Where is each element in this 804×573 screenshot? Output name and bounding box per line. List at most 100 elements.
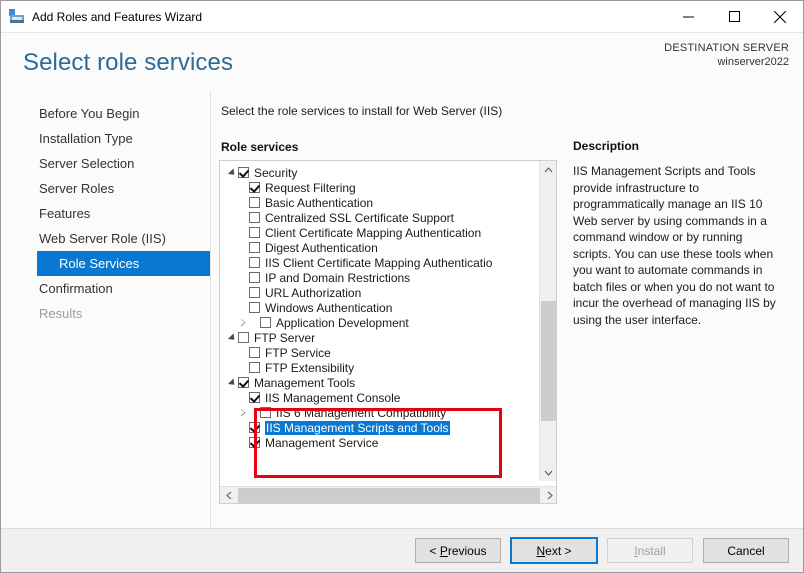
tree-row-label: Application Development [276, 315, 409, 330]
scroll-right-arrow[interactable] [541, 487, 556, 504]
checkbox-checked[interactable] [249, 392, 260, 403]
tree-row[interactable]: Management Service [220, 435, 528, 450]
checkbox-unchecked[interactable] [249, 227, 260, 238]
tree-row-label: Management Service [265, 435, 379, 450]
vertical-scrollbar[interactable] [539, 161, 556, 481]
sidebar-item-server-roles[interactable]: Server Roles [1, 176, 210, 201]
tree-row[interactable]: Digest Authentication [220, 240, 528, 255]
vertical-scrollbar-thumb[interactable] [541, 301, 556, 421]
scroll-down-arrow[interactable] [540, 464, 556, 481]
sidebar-item-server-selection[interactable]: Server Selection [1, 151, 210, 176]
tree-row-label: Request Filtering [265, 180, 356, 195]
tree-row-label: Centralized SSL Certificate Support [265, 210, 454, 225]
tree-row[interactable]: FTP Service [220, 345, 528, 360]
tree-row[interactable]: IP and Domain Restrictions [220, 270, 528, 285]
tree-row-label: FTP Service [265, 345, 331, 360]
tree-row[interactable]: Request Filtering [220, 180, 528, 195]
tree-row[interactable]: Security [220, 165, 528, 180]
tree-row-label: IIS Management Console [265, 390, 401, 405]
minimize-button[interactable] [665, 1, 711, 32]
tree-row-label: IP and Domain Restrictions [265, 270, 411, 285]
install-button-label: Install [634, 543, 666, 558]
window-title: Add Roles and Features Wizard [32, 9, 203, 24]
destination-server-block: DESTINATION SERVER winserver2022 [664, 41, 789, 69]
tree-row-label: FTP Server [254, 330, 316, 345]
sidebar-item-installation-type[interactable]: Installation Type [1, 126, 210, 151]
role-services-treeview[interactable]: Security Request Filtering Basic Authentic… [219, 160, 557, 504]
tree-expander-open-icon[interactable] [227, 165, 238, 180]
tree-row-label: Management Tools [254, 375, 356, 390]
next-button[interactable]: Next > [510, 537, 598, 564]
tree-rows-container: Security Request Filtering Basic Authentic… [220, 161, 528, 475]
tree-expander-open-icon[interactable] [227, 375, 238, 390]
destination-server-label: DESTINATION SERVER [664, 42, 789, 54]
tree-expander-closed-icon[interactable] [238, 405, 249, 420]
install-button: Install [607, 538, 693, 563]
horizontal-scrollbar-thumb[interactable] [238, 487, 540, 503]
tree-row[interactable]: FTP Server [220, 330, 528, 345]
previous-button-label: < Previous [429, 543, 487, 558]
previous-button[interactable]: < Previous [415, 538, 501, 563]
checkbox-unchecked[interactable] [249, 362, 260, 373]
destination-server-name: winserver2022 [717, 56, 789, 68]
tree-row-label: Client Certificate Mapping Authenticatio… [265, 225, 482, 240]
scroll-up-arrow[interactable] [540, 161, 556, 178]
checkbox-checked[interactable] [238, 377, 249, 388]
checkbox-unchecked[interactable] [260, 317, 271, 328]
tree-row[interactable]: Client Certificate Mapping Authenticatio… [220, 225, 528, 240]
wizard-body: Before You Begin Installation Type Server … [1, 91, 803, 528]
sidebar-item-features[interactable]: Features [1, 201, 210, 226]
checkbox-unchecked[interactable] [260, 407, 271, 418]
tree-row[interactable]: FTP Extensibility [220, 360, 528, 375]
checkbox-checked[interactable] [249, 182, 260, 193]
sidebar-item-before-you-begin[interactable]: Before You Begin [1, 101, 210, 126]
role-services-pane: Select the role services to install for … [219, 101, 559, 528]
next-button-label: Next > [536, 543, 572, 558]
tree-expander-closed-icon[interactable] [238, 315, 249, 330]
close-button[interactable] [757, 1, 803, 32]
checkbox-unchecked[interactable] [249, 287, 260, 298]
checkbox-checked[interactable] [238, 167, 249, 178]
tree-row-label: URL Authorization [265, 285, 362, 300]
description-pane: Description IIS Management Scripts and T… [559, 101, 789, 528]
tree-row-label: Windows Authentication [265, 300, 393, 315]
tree-row[interactable]: IIS 6 Management Compatibility [220, 405, 528, 420]
description-text: IIS Management Scripts and Tools provide… [573, 164, 776, 327]
checkbox-unchecked[interactable] [249, 242, 260, 253]
checkbox-unchecked[interactable] [249, 302, 260, 313]
checkbox-unchecked[interactable] [249, 197, 260, 208]
maximize-button[interactable] [711, 1, 757, 32]
sidebar-item-role-services[interactable]: Role Services [37, 251, 210, 276]
tree-row[interactable]: IIS Management Console [220, 390, 528, 405]
sidebar-item-confirmation[interactable]: Confirmation [1, 276, 210, 301]
scroll-left-arrow[interactable] [220, 487, 237, 504]
tree-row[interactable]: Centralized SSL Certificate Support [220, 210, 528, 225]
tree-row[interactable]: IIS Management Scripts and Tools [220, 420, 528, 435]
tree-row[interactable]: Management Tools [220, 375, 528, 390]
page-title: Select role services [23, 49, 234, 76]
tree-expander-open-icon[interactable] [227, 330, 238, 345]
tree-row[interactable]: Windows Authentication [220, 300, 528, 315]
tree-row-label: IIS 6 Management Compatibility [276, 405, 447, 420]
horizontal-scrollbar[interactable] [220, 486, 556, 504]
cancel-button[interactable]: Cancel [703, 538, 789, 563]
checkbox-checked[interactable] [249, 437, 260, 448]
wizard-content: Select the role services to install for … [211, 91, 803, 528]
tree-row[interactable]: URL Authorization [220, 285, 528, 300]
role-services-label: Role services [221, 140, 299, 154]
checkbox-unchecked[interactable] [249, 347, 260, 358]
wizard-footer: < Previous Next > Install Cancel [1, 528, 803, 572]
sidebar-item-web-server-role-iis[interactable]: Web Server Role (IIS) [1, 226, 210, 251]
tree-row[interactable]: Basic Authentication [220, 195, 528, 210]
tree-row[interactable]: Application Development [220, 315, 528, 330]
tree-row[interactable]: IIS Client Certificate Mapping Authentic… [220, 255, 528, 270]
checkbox-unchecked[interactable] [249, 257, 260, 268]
checkbox-unchecked[interactable] [249, 272, 260, 283]
page-header: Select role services DESTINATION SERVER … [1, 33, 803, 91]
checkbox-unchecked[interactable] [249, 212, 260, 223]
tree-row-label: IIS Client Certificate Mapping Authentic… [265, 255, 493, 270]
title-bar: Add Roles and Features Wizard [1, 1, 803, 33]
wizard-navigation: Before You Begin Installation Type Server … [1, 91, 211, 528]
checkbox-checked[interactable] [249, 422, 260, 433]
checkbox-unchecked[interactable] [238, 332, 249, 343]
